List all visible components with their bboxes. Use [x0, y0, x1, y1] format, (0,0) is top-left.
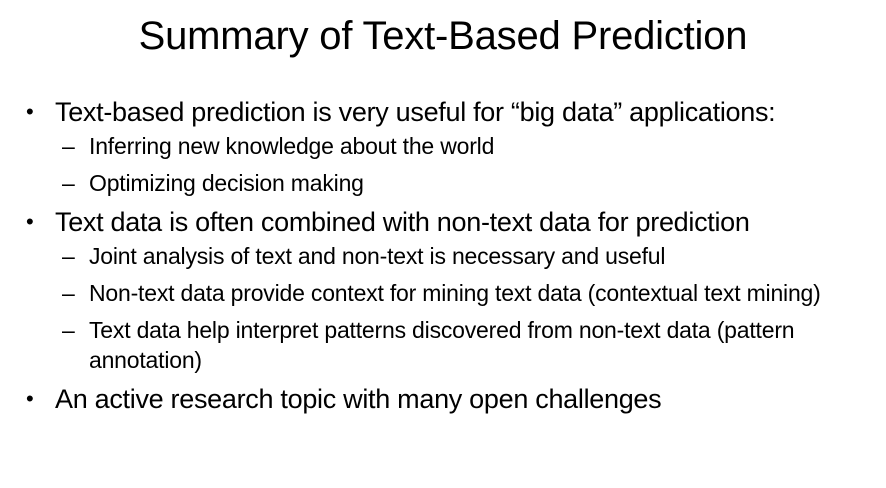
sub-bullet-item: – Joint analysis of text and non-text is… — [62, 241, 876, 271]
bullet-item: • Text-based prediction is very useful f… — [26, 95, 876, 129]
bullet-item: • An active research topic with many ope… — [26, 382, 876, 416]
bullet-list: • Text-based prediction is very useful f… — [26, 95, 876, 416]
sub-bullet-text: Optimizing decision making — [89, 170, 364, 196]
sub-bullet-marker: – — [62, 170, 75, 196]
sub-bullet-text: Joint analysis of text and non-text is n… — [89, 243, 666, 269]
sub-bullet-text: Inferring new knowledge about the world — [89, 133, 495, 159]
sub-bullet-text: Non-text data provide context for mining… — [89, 280, 821, 306]
sub-bullet-item: – Inferring new knowledge about the worl… — [62, 131, 876, 161]
bullet-text: Text data is often combined with non-tex… — [55, 207, 750, 237]
bullet-item: • Text data is often combined with non-t… — [26, 205, 876, 239]
sub-bullet-marker: – — [62, 317, 75, 343]
slide-title: Summary of Text-Based Prediction — [138, 14, 748, 58]
sub-bullet-marker: – — [62, 133, 75, 159]
sub-bullet-text: Text data help interpret patterns discov… — [89, 317, 795, 373]
sub-bullet-list: – Joint analysis of text and non-text is… — [62, 241, 876, 375]
sub-bullet-item: – Non-text data provide context for mini… — [62, 278, 876, 308]
sub-bullet-marker: – — [62, 243, 75, 269]
sub-bullet-marker: – — [62, 280, 75, 306]
sub-bullet-item: – Text data help interpret patterns disc… — [62, 315, 876, 375]
bullet-marker: • — [26, 386, 34, 411]
slide: Summary of Text-Based Prediction • Text-… — [0, 0, 886, 488]
bullet-text: An active research topic with many open … — [55, 384, 662, 414]
bullet-marker: • — [26, 209, 34, 234]
sub-bullet-list: – Inferring new knowledge about the worl… — [62, 131, 876, 198]
bullet-marker: • — [26, 99, 34, 124]
bullet-text: Text-based prediction is very useful for… — [55, 97, 776, 127]
sub-bullet-item: – Optimizing decision making — [62, 168, 876, 198]
